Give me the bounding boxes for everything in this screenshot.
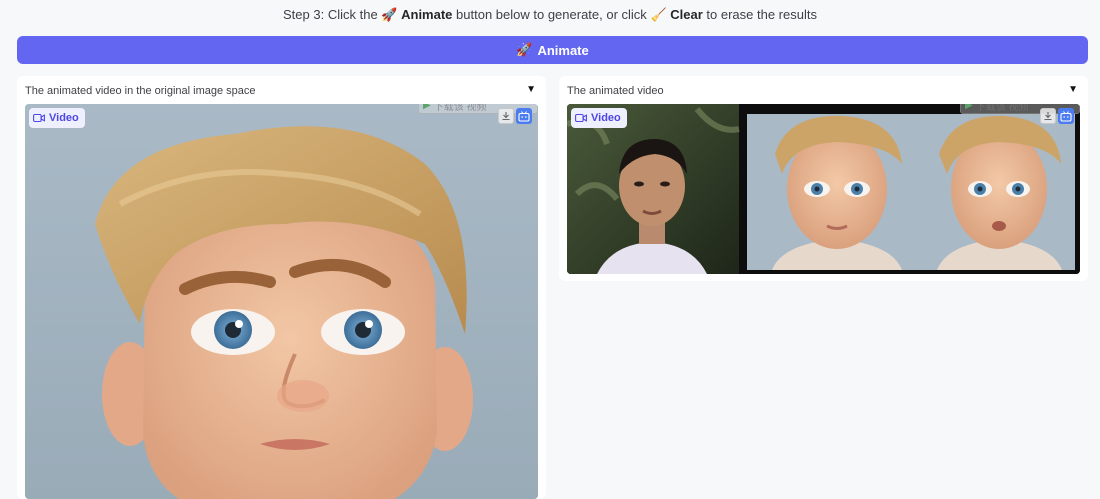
video-camera-icon: [575, 113, 587, 123]
play-icon: ▶: [423, 104, 431, 111]
caret-down-icon[interactable]: ▼: [526, 84, 536, 95]
step-instructions: Step 3: Click the 🚀 Animate button below…: [0, 6, 1100, 24]
video-badge: Video: [29, 108, 85, 128]
instruction-suffix: to erase the results: [706, 7, 817, 22]
bilibili-button[interactable]: [1058, 108, 1074, 124]
video-player[interactable]: Video ▶ 下载该 视频: [25, 104, 538, 499]
download-button[interactable]: [498, 108, 514, 124]
bilibili-tv-icon: [518, 110, 530, 122]
panel-title: The animated video in the original image…: [25, 85, 256, 97]
instruction-prefix: Step 3: Click the: [283, 7, 378, 22]
rocket-icon: 🚀: [516, 42, 533, 57]
animate-button[interactable]: 🚀 Animate: [17, 36, 1088, 64]
bilibili-button[interactable]: [516, 108, 532, 124]
broom-icon: 🧹: [650, 7, 667, 22]
download-icon: [502, 112, 510, 121]
instruction-clear-word: Clear: [670, 7, 703, 22]
watermark-label: 下载该 视频: [433, 104, 487, 113]
video-badge-label: Video: [591, 112, 621, 124]
bilibili-tv-icon: [1060, 110, 1072, 122]
video-camera-icon: [33, 113, 45, 123]
side-by-side-video-frame: [567, 104, 1080, 274]
video-player[interactable]: Video ▶ 下载该 视频: [567, 104, 1080, 274]
original-space-video-panel: The animated video in the original image…: [17, 76, 546, 499]
cartoon-boy-video-frame: [25, 104, 538, 499]
play-icon: ▶: [965, 104, 973, 111]
rocket-icon: 🚀: [381, 7, 398, 22]
animated-video-panel: The animated video ▼ Video ▶ 下载该 视频: [559, 76, 1088, 281]
caret-down-icon[interactable]: ▼: [1068, 84, 1078, 95]
video-badge-label: Video: [49, 112, 79, 124]
panel-title: The animated video: [567, 85, 664, 97]
panel-header[interactable]: The animated video in the original image…: [25, 84, 536, 100]
instruction-middle: button below to generate, or click: [456, 7, 647, 22]
watermark-label: 下载该 视频: [975, 104, 1029, 113]
animate-button-label: Animate: [537, 42, 589, 58]
instruction-animate-word: Animate: [401, 7, 453, 22]
video-badge: Video: [571, 108, 627, 128]
panel-header[interactable]: The animated video ▼: [567, 84, 1078, 100]
download-icon: [1044, 112, 1052, 121]
download-button[interactable]: [1040, 108, 1056, 124]
